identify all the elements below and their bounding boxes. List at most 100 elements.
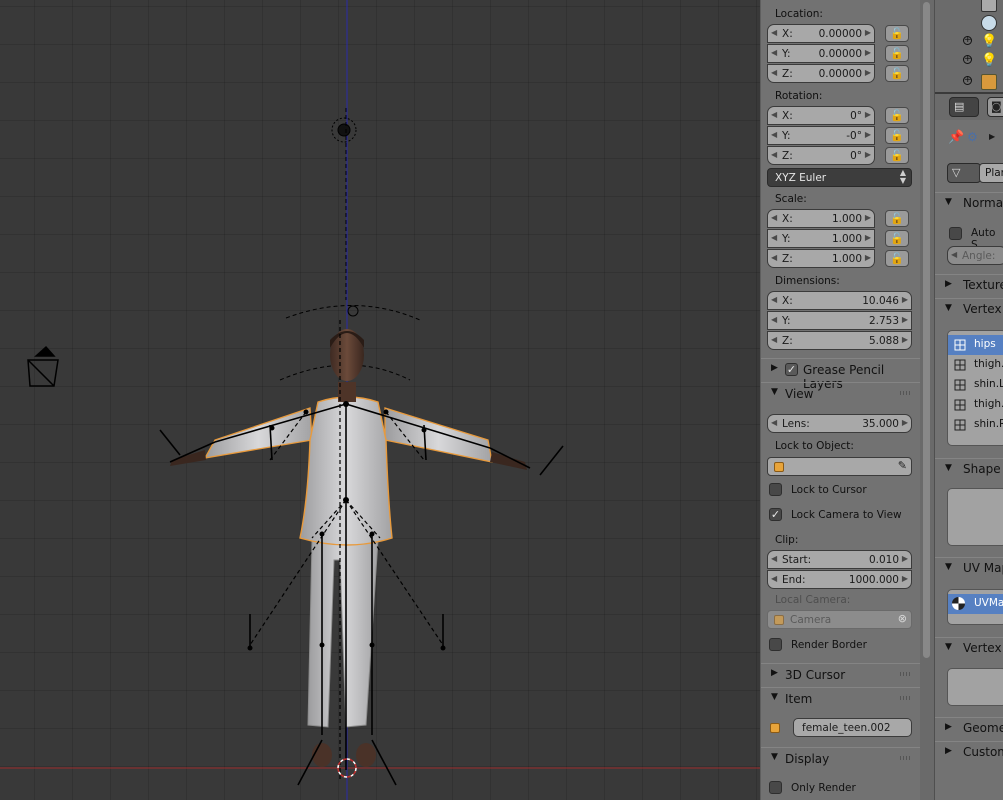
eyedropper-icon[interactable]: ✎ xyxy=(898,459,907,472)
lock-to-cursor-label: Lock to Cursor xyxy=(791,484,867,496)
uv-maps-list[interactable]: UVMa xyxy=(947,589,1003,625)
location-y-field[interactable]: ◀ Y: 0.00000 ▶ xyxy=(767,44,875,63)
lock-icon[interactable]: 🔓 xyxy=(885,107,909,124)
scale-fields: ◀ X: 1.000 ▶ ◀ Y: 1.000 ▶ ◀ Z: 1.000 ▶ xyxy=(767,209,875,269)
uv-maps-section-header[interactable]: ▼UV Map xyxy=(935,557,1003,579)
drag-grip-icon[interactable] xyxy=(900,696,912,700)
view-section-header[interactable]: ▼ View xyxy=(761,382,921,404)
expand-plus-icon[interactable]: + xyxy=(963,76,972,85)
collapse-triangle-icon: ▼ xyxy=(771,752,778,762)
lock-icon[interactable]: 🔓 xyxy=(885,230,909,247)
vertex-colors-list[interactable] xyxy=(947,668,1003,706)
grease-pencil-checkbox[interactable]: ✓ xyxy=(785,363,798,376)
only-render-checkbox[interactable] xyxy=(769,781,782,794)
vertex-colors-section-header[interactable]: ▼ Vertex xyxy=(935,637,1003,659)
camera-icon: ◙ xyxy=(991,100,1002,113)
render-tab[interactable]: ◙ xyxy=(987,97,1003,117)
clip-end-field[interactable]: ◀ End: 1000.000 ▶ xyxy=(767,570,912,589)
shape-keys-section-header[interactable]: ▼ Shape xyxy=(935,458,1003,480)
local-camera-field[interactable]: Camera ⊗ xyxy=(767,610,912,629)
lock-to-object-label: Lock to Object: xyxy=(775,440,854,452)
outliner-row[interactable]: + 💡 xyxy=(935,51,1003,70)
breadcrumb-arrow-icon: ▶ xyxy=(989,132,996,141)
mesh-name-field[interactable]: Plan xyxy=(979,163,1003,183)
drag-grip-icon[interactable] xyxy=(900,672,912,676)
lock-object-field[interactable]: ✎ xyxy=(767,457,912,476)
scale-y-field[interactable]: ◀ Y: 1.000 ▶ xyxy=(767,229,875,248)
geometry-data-section-header[interactable]: ▶ Geome xyxy=(935,717,1003,739)
grease-pencil-section-header[interactable]: ▶ ✓ Grease Pencil Layers xyxy=(761,358,921,391)
scrollbar-thumb[interactable] xyxy=(923,2,930,658)
lens-field[interactable]: ◀ Lens: 35.000 ▶ xyxy=(767,414,912,433)
list-item[interactable]: UVMa xyxy=(948,594,1003,614)
expand-plus-icon[interactable]: + xyxy=(963,55,972,64)
outliner-row[interactable]: + 💡 xyxy=(935,32,1003,51)
location-label: Location: xyxy=(775,8,823,20)
lock-camera-to-view-label: Lock Camera to View xyxy=(791,509,902,521)
lock-to-cursor-checkbox[interactable] xyxy=(769,483,782,496)
rotation-mode-dropdown[interactable]: XYZ Euler ▲ ▼ xyxy=(767,168,912,187)
shape-keys-list[interactable] xyxy=(947,488,1003,546)
dimension-y-field[interactable]: ◀ Y: 2.753 ▶ xyxy=(767,311,912,330)
object-cube-icon xyxy=(770,723,780,733)
texture-space-section-header[interactable]: ▶ Texture xyxy=(935,274,1003,296)
dimension-z-field[interactable]: ◀ Z: 5.088 ▶ xyxy=(767,331,912,350)
scale-x-field[interactable]: ◀ X: 1.000 ▶ xyxy=(767,209,875,228)
clip-start-field[interactable]: ◀ Start: 0.010 ▶ xyxy=(767,550,912,569)
auto-smooth-checkbox[interactable] xyxy=(949,227,962,240)
editor-type-button[interactable]: ▤ xyxy=(949,97,979,117)
lock-icon[interactable]: 🔓 xyxy=(885,250,909,267)
clip-fields: ◀ Start: 0.010 ▶ ◀ End: 1000.000 ▶ xyxy=(767,550,912,590)
editor-type-icon: ▤ xyxy=(954,100,965,113)
render-border-checkbox[interactable] xyxy=(769,638,782,651)
collapse-triangle-icon: ▼ xyxy=(771,692,778,702)
lock-icon[interactable]: 🔓 xyxy=(885,127,909,144)
outliner-row[interactable] xyxy=(935,13,1003,32)
mesh-datablock-selector[interactable]: ▽ xyxy=(947,163,981,183)
list-item[interactable]: shin.R xyxy=(948,415,1003,435)
list-item[interactable]: hips xyxy=(948,335,1003,355)
drag-grip-icon[interactable] xyxy=(900,391,912,395)
3d-viewport[interactable] xyxy=(0,0,760,800)
scale-z-field[interactable]: ◀ Z: 1.000 ▶ xyxy=(767,249,875,268)
angle-field[interactable]: ◀ Angle: xyxy=(947,246,1003,265)
display-section-header[interactable]: ▼ Display xyxy=(761,747,921,769)
local-camera-label: Local Camera: xyxy=(775,594,851,606)
outliner-row[interactable]: + xyxy=(935,72,1003,91)
rotation-z-field[interactable]: ◀ Z: 0° ▶ xyxy=(767,146,875,165)
clear-x-icon[interactable]: ⊗ xyxy=(898,612,907,625)
dimension-x-field[interactable]: ◀ X: 10.046 ▶ xyxy=(767,291,912,310)
pin-icon[interactable]: 📌 xyxy=(948,130,964,145)
only-render-label: Only Render xyxy=(791,782,856,794)
lock-icon[interactable]: 🔓 xyxy=(885,45,909,62)
list-item[interactable]: shin.L xyxy=(948,375,1003,395)
normals-section-header[interactable]: ▼ Normal xyxy=(935,192,1003,214)
expand-plus-icon[interactable]: + xyxy=(963,36,972,45)
location-fields: ◀ X: 0.00000 ▶ ◀ Y: 0.00000 ▶ ◀ Z: 0.00000 ▶ xyxy=(767,24,875,84)
rotation-x-field[interactable]: ◀ X: 0° ▶ xyxy=(767,106,875,125)
lock-icon[interactable]: 🔓 xyxy=(885,147,909,164)
rotation-label: Rotation: xyxy=(775,90,823,102)
lock-icon[interactable]: 🔓 xyxy=(885,210,909,227)
lock-camera-to-view-checkbox[interactable]: ✓ xyxy=(769,508,782,521)
list-item[interactable]: thigh. xyxy=(948,395,1003,415)
properties-editor: + 💡 + 💡 + ▤ ◙ 📌 ⚙ ▶ ▽ Plan ▼Normal Auto … xyxy=(934,0,1003,800)
rotation-fields: ◀ X: 0° ▶ ◀ Y: -0° ▶ ◀ Z: 0° ▶ xyxy=(767,106,875,166)
drag-grip-icon[interactable] xyxy=(900,756,912,760)
expand-triangle-icon: ▶ xyxy=(771,363,778,373)
location-z-field[interactable]: ◀ Z: 0.00000 ▶ xyxy=(767,64,875,83)
list-item[interactable]: thigh. xyxy=(948,355,1003,375)
item-section-header[interactable]: ▼ Item xyxy=(761,687,921,709)
outliner-row[interactable] xyxy=(935,0,1003,13)
custom-properties-section-header[interactable]: ▶Custom xyxy=(935,741,1003,763)
vertex-groups-section-header[interactable]: ▼ Vertex xyxy=(935,298,1003,320)
lock-icon[interactable]: 🔓 xyxy=(885,65,909,82)
vertex-groups-list[interactable]: hips thigh. shin.L thigh. shin.R xyxy=(947,330,1003,446)
3d-cursor-section-header[interactable]: ▶ 3D Cursor xyxy=(761,663,921,685)
object-name-field[interactable]: female_teen.002 xyxy=(793,718,912,737)
n-panel-scrollbar[interactable] xyxy=(920,0,934,800)
lamp-object xyxy=(331,108,357,300)
lock-icon[interactable]: 🔓 xyxy=(885,25,909,42)
location-x-field[interactable]: ◀ X: 0.00000 ▶ xyxy=(767,24,875,43)
rotation-y-field[interactable]: ◀ Y: -0° ▶ xyxy=(767,126,875,145)
